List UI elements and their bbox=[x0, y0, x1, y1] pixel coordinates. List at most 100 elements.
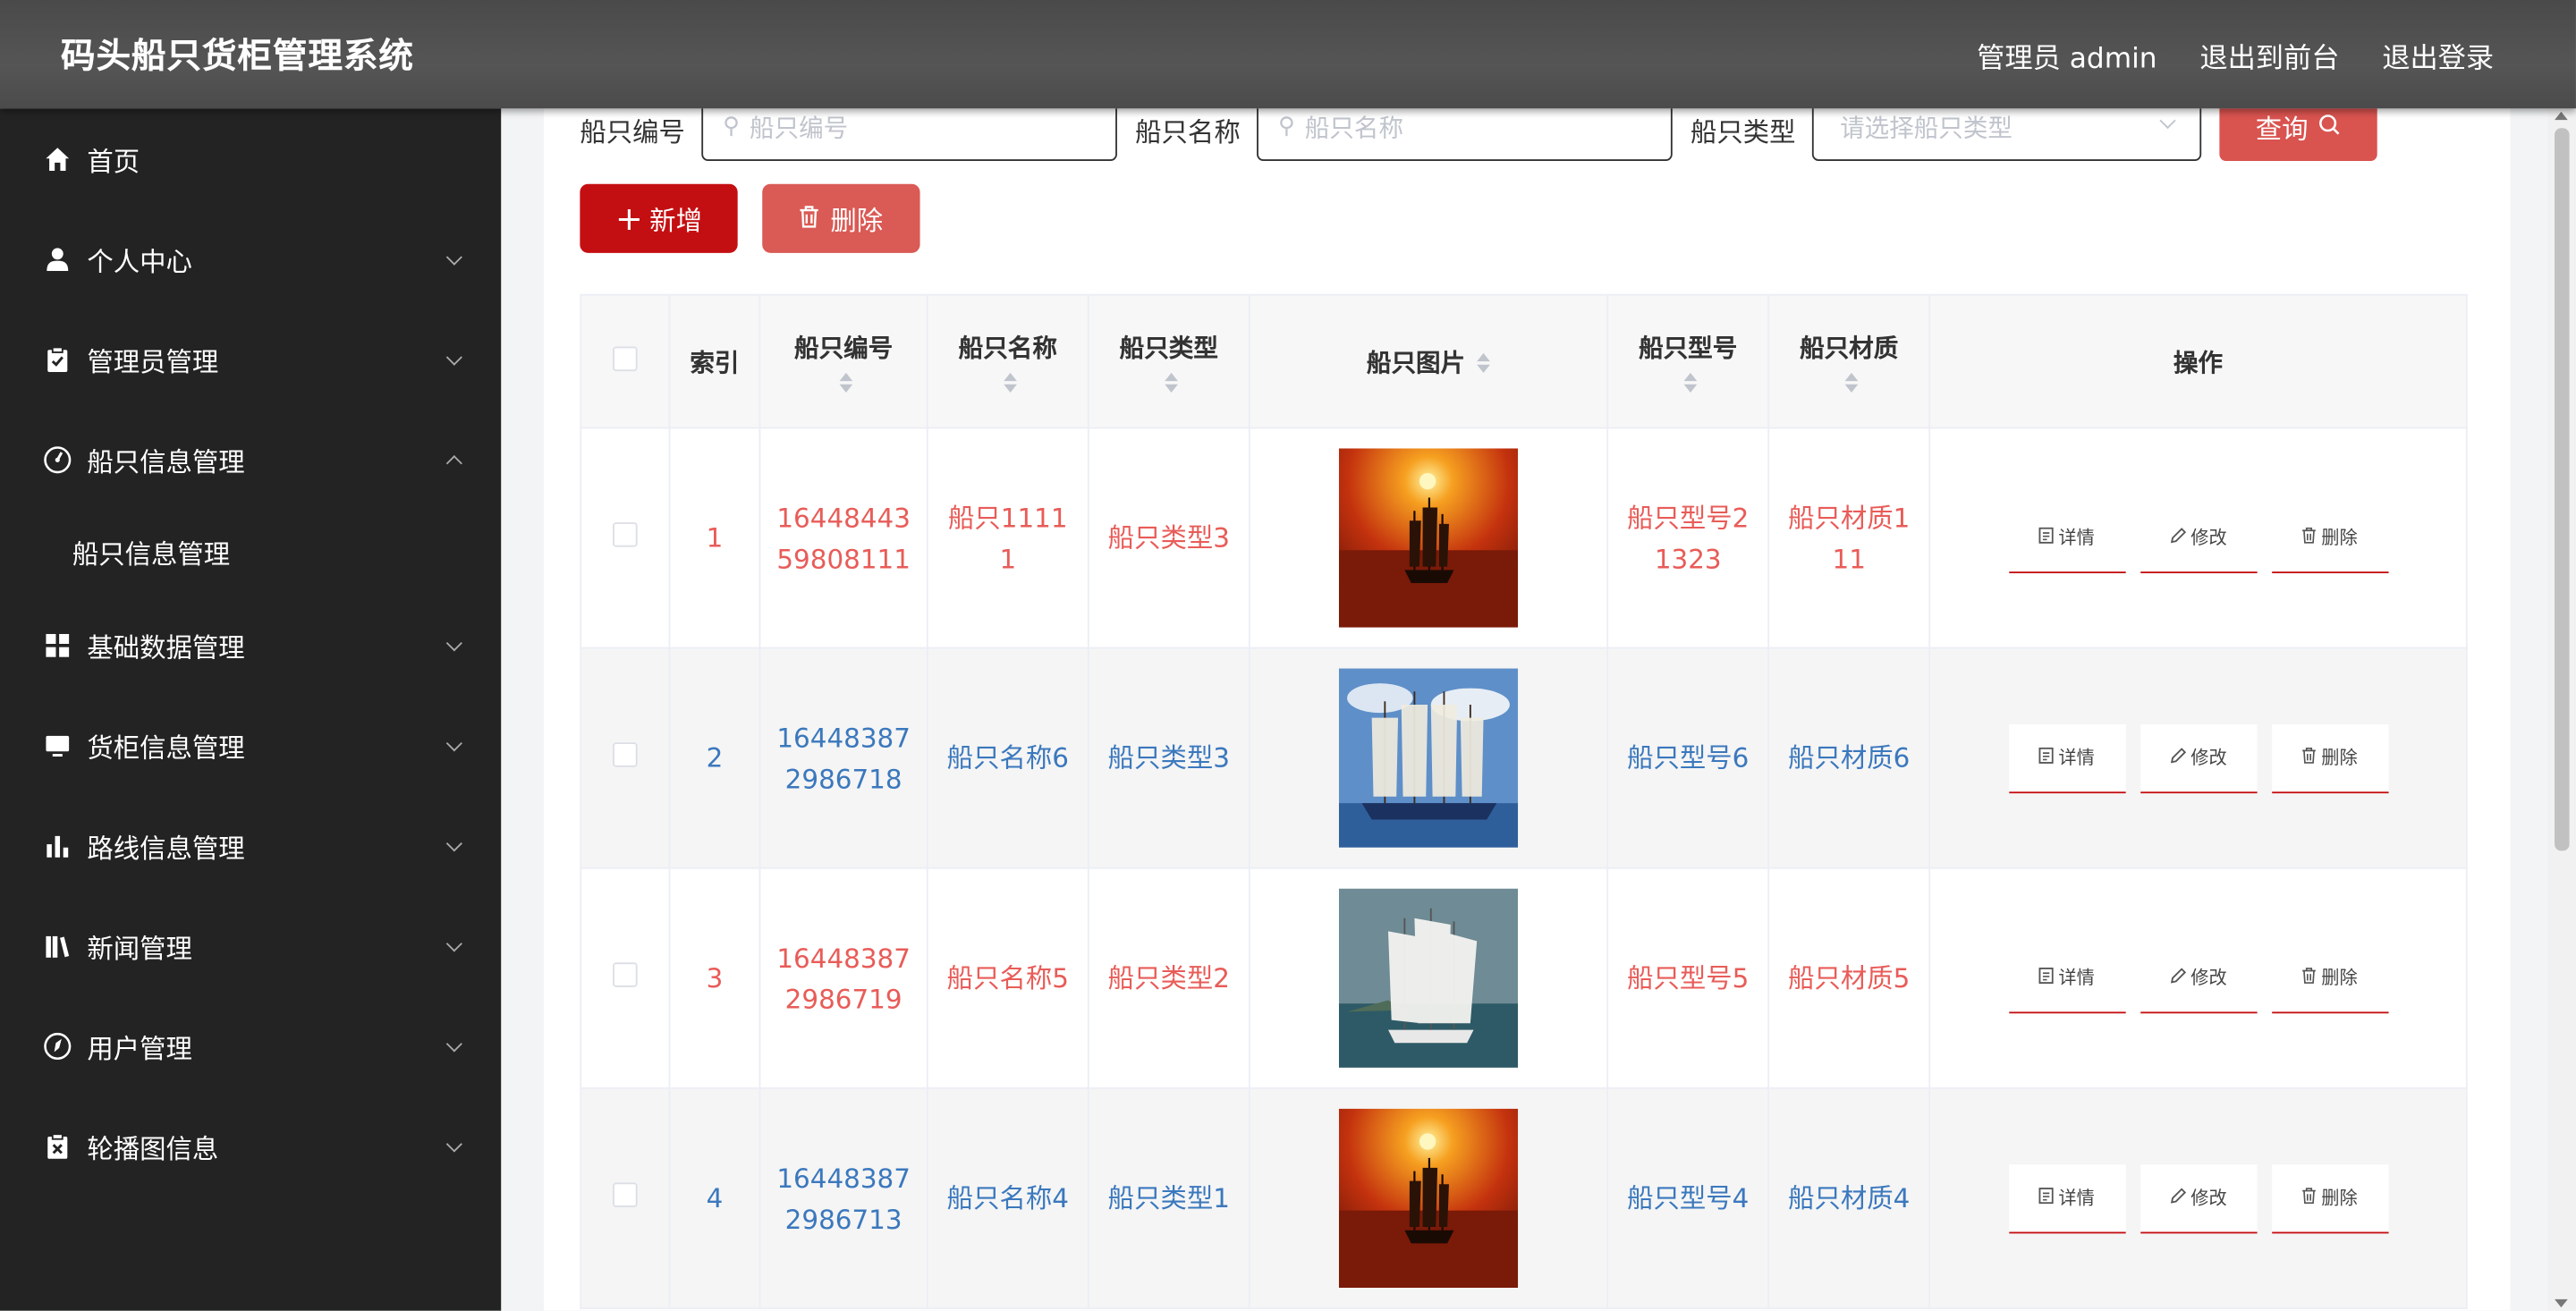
col-model[interactable]: 船只型号 bbox=[1606, 293, 1770, 429]
cell-model: 船只型号5 bbox=[1606, 867, 1770, 1089]
select-all-checkbox[interactable] bbox=[613, 345, 638, 371]
cell-type: 船只类型1 bbox=[1087, 1087, 1250, 1309]
detail-label: 详情 bbox=[2058, 526, 2095, 548]
sidebar-item-users[interactable]: 用户管理 bbox=[0, 995, 501, 1095]
row-delete-button[interactable]: 删除 bbox=[2271, 723, 2388, 793]
admin-user-link[interactable]: 管理员 admin bbox=[1977, 35, 2157, 76]
col-material[interactable]: 船只材质 bbox=[1767, 293, 1931, 429]
sort-icon[interactable] bbox=[1843, 372, 1858, 393]
sidebar-item-routes[interactable]: 路线信息管理 bbox=[0, 795, 501, 895]
delete-label: 删除 bbox=[2321, 746, 2358, 768]
cell-code-line1: 16448387 bbox=[776, 942, 911, 974]
exit-to-frontend-link[interactable]: 退出到前台 bbox=[2199, 35, 2339, 76]
sidebar-item-label: 管理员管理 bbox=[87, 345, 219, 377]
col-material-label: 船只材质 bbox=[1800, 333, 1899, 363]
sidebar-item-home[interactable]: 首页 bbox=[0, 108, 501, 208]
logout-link[interactable]: 退出登录 bbox=[2382, 35, 2494, 76]
col-name[interactable]: 船只名称 bbox=[926, 293, 1089, 429]
sidebar-item-ship-info[interactable]: 船只信息管理 bbox=[0, 409, 501, 509]
detail-button[interactable]: 详情 bbox=[2008, 1163, 2125, 1233]
cell-ops: 详情 修改 删除 bbox=[1928, 1087, 2468, 1309]
detail-button[interactable]: 详情 bbox=[2008, 503, 2125, 573]
content-panel: 船只编号 ⚲ 船只编号 船只名称 ⚲ 船只名称 船只类型 请选择船只类型 查询 bbox=[543, 108, 2511, 1311]
cell-code: 16448387 2986718 bbox=[758, 647, 928, 869]
cell-code-line1: 16448387 bbox=[776, 722, 911, 754]
sort-icon[interactable] bbox=[1003, 372, 1016, 393]
delete-button-label: 删除 bbox=[830, 205, 884, 237]
edit-button[interactable]: 修改 bbox=[2140, 503, 2257, 573]
sidebar-item-label: 个人中心 bbox=[87, 245, 192, 277]
row-checkbox[interactable] bbox=[613, 522, 638, 547]
sidebar-item-label: 新闻管理 bbox=[87, 932, 192, 964]
edit-button[interactable]: 修改 bbox=[2140, 723, 2257, 793]
row-checkbox[interactable] bbox=[613, 962, 638, 987]
cell-material-line1: 船只材质5 bbox=[1788, 962, 1911, 994]
cell-code-line1: 16448443 bbox=[776, 502, 911, 534]
trash-icon bbox=[2301, 957, 2317, 998]
sort-icon[interactable] bbox=[1682, 372, 1697, 393]
add-button[interactable]: + 新增 bbox=[580, 183, 738, 253]
cell-ops: 详情 修改 删除 bbox=[1928, 427, 2468, 649]
sort-icon[interactable] bbox=[1477, 352, 1491, 373]
scroll-down-icon[interactable] bbox=[2555, 1298, 2568, 1308]
detail-button[interactable]: 详情 bbox=[2008, 943, 2125, 1013]
delete-button[interactable]: 删除 bbox=[762, 183, 920, 253]
page-scrollbar[interactable] bbox=[2547, 108, 2576, 1311]
sidebar-item-profile[interactable]: 个人中心 bbox=[0, 208, 501, 309]
edit-button[interactable]: 修改 bbox=[2140, 1163, 2257, 1233]
scroll-up-icon[interactable] bbox=[2555, 111, 2568, 121]
cell-code-line1: 16448387 bbox=[776, 1162, 911, 1194]
cell-index: 2 bbox=[668, 647, 761, 869]
ship-code-placeholder: 船只编号 bbox=[750, 112, 849, 142]
ship-thumbnail[interactable] bbox=[1250, 448, 1607, 628]
sidebar-item-news[interactable]: 新闻管理 bbox=[0, 895, 501, 995]
chevron-down-icon bbox=[445, 734, 462, 751]
sidebar-item-carousel[interactable]: 轮播图信息 bbox=[0, 1095, 501, 1196]
books-icon bbox=[43, 930, 72, 960]
ship-name-input[interactable]: ⚲ 船只名称 bbox=[1257, 108, 1673, 161]
edit-label: 修改 bbox=[2190, 526, 2227, 548]
scrollbar-thumb[interactable] bbox=[2555, 128, 2570, 851]
cell-name: 船只名称6 bbox=[926, 647, 1089, 869]
cell-code: 16448443 59808111 bbox=[758, 427, 928, 649]
sidebar-item-admins[interactable]: 管理员管理 bbox=[0, 309, 501, 409]
row-checkbox[interactable] bbox=[613, 1182, 638, 1207]
col-type[interactable]: 船只类型 bbox=[1087, 293, 1250, 429]
sort-icon[interactable] bbox=[1164, 372, 1177, 393]
ship-code-input[interactable]: ⚲ 船只编号 bbox=[701, 108, 1117, 161]
document-icon bbox=[2038, 737, 2054, 778]
edit-label: 修改 bbox=[2190, 966, 2227, 988]
ship-thumbnail[interactable] bbox=[1250, 668, 1607, 848]
col-code[interactable]: 船只编号 bbox=[758, 293, 928, 429]
monitor-icon bbox=[43, 730, 72, 759]
sidebar-item-base-data[interactable]: 基础数据管理 bbox=[0, 595, 501, 695]
ship-type-select[interactable]: 请选择船只类型 bbox=[1811, 108, 2202, 161]
detail-button[interactable]: 详情 bbox=[2008, 723, 2125, 793]
sidebar-item-containers[interactable]: 货柜信息管理 bbox=[0, 695, 501, 795]
sidebar-subitem-ship-info[interactable]: 船只信息管理 bbox=[0, 509, 501, 595]
cell-name: 船只名称4 bbox=[926, 1087, 1089, 1309]
ship-thumbnail[interactable] bbox=[1250, 1108, 1607, 1288]
cell-name-line2: 1 bbox=[999, 543, 1017, 574]
cell-material: 船只材质6 bbox=[1767, 647, 1931, 869]
col-image[interactable]: 船只图片 bbox=[1248, 293, 1609, 429]
ship-thumbnail[interactable] bbox=[1250, 888, 1607, 1068]
query-button[interactable]: 查询 bbox=[2219, 108, 2377, 161]
col-code-label: 船只编号 bbox=[794, 333, 894, 363]
row-delete-button[interactable]: 删除 bbox=[2271, 1163, 2388, 1233]
row-checkbox[interactable] bbox=[613, 742, 638, 767]
cell-code-line2: 2986713 bbox=[784, 1203, 902, 1235]
row-delete-button[interactable]: 删除 bbox=[2271, 503, 2388, 573]
cell-model: 船只型号2 1323 bbox=[1606, 427, 1770, 649]
grid-icon bbox=[43, 630, 72, 659]
chevron-down-icon bbox=[445, 834, 462, 851]
cell-material: 船只材质5 bbox=[1767, 867, 1931, 1089]
chevron-down-icon bbox=[445, 1035, 462, 1052]
col-model-label: 船只型号 bbox=[1639, 333, 1738, 363]
chevron-down-icon bbox=[2159, 112, 2176, 130]
row-select-cell bbox=[580, 867, 671, 1089]
col-image-label: 船只图片 bbox=[1366, 347, 1466, 377]
sort-icon[interactable] bbox=[838, 372, 852, 393]
edit-button[interactable]: 修改 bbox=[2140, 943, 2257, 1013]
row-delete-button[interactable]: 删除 bbox=[2271, 943, 2388, 1013]
